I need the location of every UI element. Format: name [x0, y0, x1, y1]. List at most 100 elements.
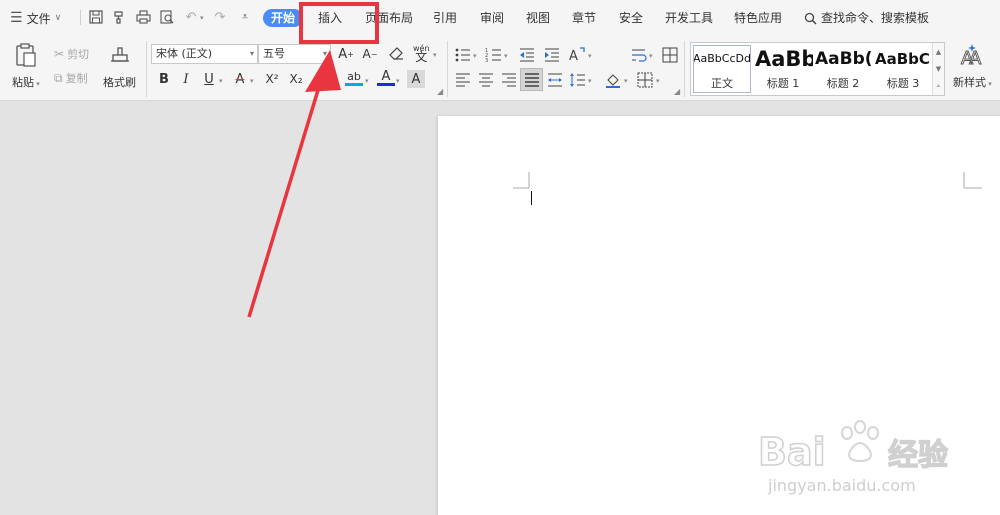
chevron-down-icon: ∨: [54, 13, 62, 23]
divider: [80, 10, 81, 25]
paragraph-dialog-launcher-icon[interactable]: ◢: [674, 87, 680, 96]
paste-button[interactable]: 粘贴 ▾: [12, 43, 40, 90]
line-spacing-icon[interactable]: [569, 71, 587, 89]
strikethrough-button[interactable]: A: [231, 70, 249, 88]
bullet-list-icon[interactable]: [454, 46, 472, 64]
superscript-button[interactable]: X²: [263, 70, 281, 88]
distributed-align-icon[interactable]: [546, 71, 564, 89]
tab-special-apps[interactable]: 特色应用: [734, 9, 782, 27]
tab-security[interactable]: 安全: [619, 9, 643, 27]
align-right-icon[interactable]: [500, 71, 518, 89]
chevron-down-icon[interactable]: ▼: [936, 65, 941, 73]
font-size-select[interactable]: 五号 ▾: [258, 44, 331, 64]
italic-button[interactable]: I: [177, 70, 195, 88]
style-heading-2[interactable]: AaBb( 标题 2: [813, 43, 873, 95]
style-heading-1[interactable]: AaBb 标题 1: [753, 43, 813, 95]
subscript-button[interactable]: X₂: [287, 70, 305, 88]
file-menu[interactable]: ☰ 文件 ∨: [10, 8, 61, 28]
style-label: 标题 3: [886, 77, 920, 90]
format-painter-label: 格式刷: [103, 76, 136, 89]
gallery-scroll[interactable]: ▲ ▼ ⩡: [932, 43, 944, 95]
chevron-down-icon: ▾: [365, 77, 369, 85]
style-heading-3[interactable]: AaBbC 标题 3: [873, 43, 933, 95]
svg-text:Bai: Bai: [758, 430, 826, 474]
cut-button[interactable]: ✂ 剪切: [54, 46, 89, 62]
style-sample: AaBb: [755, 47, 813, 71]
chevron-down-icon: ▾: [588, 77, 592, 85]
shading-fill-icon[interactable]: [604, 71, 622, 89]
chevron-down-icon: ▾: [433, 51, 437, 59]
format-painter-button[interactable]: 格式刷: [103, 43, 136, 90]
margin-corner-mark: [513, 172, 530, 189]
gallery-expand-icon[interactable]: ⩡: [937, 82, 941, 91]
chevron-down-icon: ▾: [322, 49, 327, 58]
scissors-icon: ✂: [54, 47, 65, 61]
style-normal[interactable]: AaBbCcDd 正文: [691, 43, 753, 95]
svg-text:A: A: [969, 48, 982, 67]
chevron-down-icon: ▾: [473, 52, 477, 60]
chevron-down-icon: ▾: [588, 52, 592, 60]
shrink-font-button[interactable]: A −: [361, 45, 379, 63]
table-grid-icon[interactable]: [661, 46, 679, 64]
chevron-up-icon[interactable]: ▲: [936, 48, 941, 56]
chevron-down-icon: ▾: [249, 49, 254, 58]
print-icon[interactable]: [135, 9, 151, 25]
align-left-icon[interactable]: [454, 71, 472, 89]
margin-corner-mark: [963, 172, 982, 189]
new-style-label: 新样式: [953, 76, 986, 89]
cut-label: 剪切: [67, 48, 90, 61]
highlight-button[interactable]: ab: [345, 69, 363, 86]
decrease-indent-icon[interactable]: [518, 46, 536, 64]
svg-text:3: 3: [485, 58, 488, 64]
increase-indent-icon[interactable]: [543, 46, 561, 64]
character-shading-button[interactable]: A: [407, 70, 425, 88]
ribbon-toolbar: 粘贴 ▾ ✂ 剪切 ⧉ 复制 格式刷 宋体 (正文) ▾ 五号 ▾ A + A − …: [0, 35, 1000, 101]
grow-font-icon: A: [338, 46, 348, 62]
svg-text:jingyan.baidu.com: jingyan.baidu.com: [767, 476, 916, 495]
clear-formatting-button[interactable]: [387, 45, 405, 63]
font-dialog-launcher-icon[interactable]: ◢: [437, 87, 443, 96]
svg-text:经验: 经验: [888, 438, 948, 473]
chevron-down-icon: ▾: [219, 77, 223, 85]
tab-view[interactable]: 视图: [526, 9, 550, 27]
font-name-select[interactable]: 宋体 (正文) ▾: [151, 44, 258, 64]
chinese-layout-icon[interactable]: A: [568, 46, 586, 64]
save-icon[interactable]: [88, 9, 104, 25]
text-effect-button[interactable]: A: [315, 70, 333, 88]
format-painter-icon[interactable]: [111, 9, 127, 25]
paste-icon: [14, 43, 38, 67]
copy-icon: ⧉: [54, 70, 63, 85]
command-search[interactable]: 查找命令、搜索模板: [804, 9, 929, 27]
numbered-list-icon[interactable]: 123: [485, 46, 503, 64]
print-preview-icon[interactable]: [159, 9, 175, 25]
eraser-icon: [388, 47, 403, 60]
underline-button[interactable]: U: [200, 70, 218, 88]
menu-bar: ☰ 文件 ∨ ↶ ▾ ↷ ⩡ 开始 插入 页面布局 引用 审阅 视图 章节 安全…: [0, 0, 1000, 35]
phonetic-guide-button[interactable]: wén 文: [413, 44, 430, 63]
align-center-icon[interactable]: [477, 71, 495, 89]
tab-section[interactable]: 章节: [572, 9, 596, 27]
copy-button[interactable]: ⧉ 复制: [54, 70, 88, 86]
format-painter-icon: [108, 43, 132, 67]
style-sample: AaBb(: [815, 49, 873, 69]
chevron-down-icon: ▾: [624, 77, 628, 85]
tab-developer-tools[interactable]: 开发工具: [665, 9, 713, 27]
line-break-icon[interactable]: [630, 46, 648, 64]
tab-home[interactable]: 开始: [263, 9, 304, 27]
undo-icon[interactable]: ↶: [183, 9, 199, 25]
redo-icon[interactable]: ↷: [212, 9, 228, 25]
hamburger-icon: ☰: [10, 10, 23, 26]
font-color-button[interactable]: A: [377, 69, 395, 86]
tab-references[interactable]: 引用: [433, 9, 457, 27]
justify-button[interactable]: [520, 68, 543, 91]
search-icon: [804, 12, 817, 25]
customize-dropdown-icon[interactable]: ⩡: [237, 9, 253, 25]
new-style-button[interactable]: AA 新样式 ▾: [953, 43, 992, 90]
style-gallery: AaBbCcDd 正文 AaBb 标题 1 AaBb( 标题 2 AaBbC 标…: [690, 42, 945, 96]
copy-label: 复制: [65, 72, 88, 85]
shrink-font-icon: A: [362, 47, 371, 61]
grow-font-button[interactable]: A +: [337, 45, 355, 63]
tab-review[interactable]: 审阅: [480, 9, 504, 27]
border-icon[interactable]: [636, 71, 654, 89]
bold-button[interactable]: B: [155, 70, 173, 88]
